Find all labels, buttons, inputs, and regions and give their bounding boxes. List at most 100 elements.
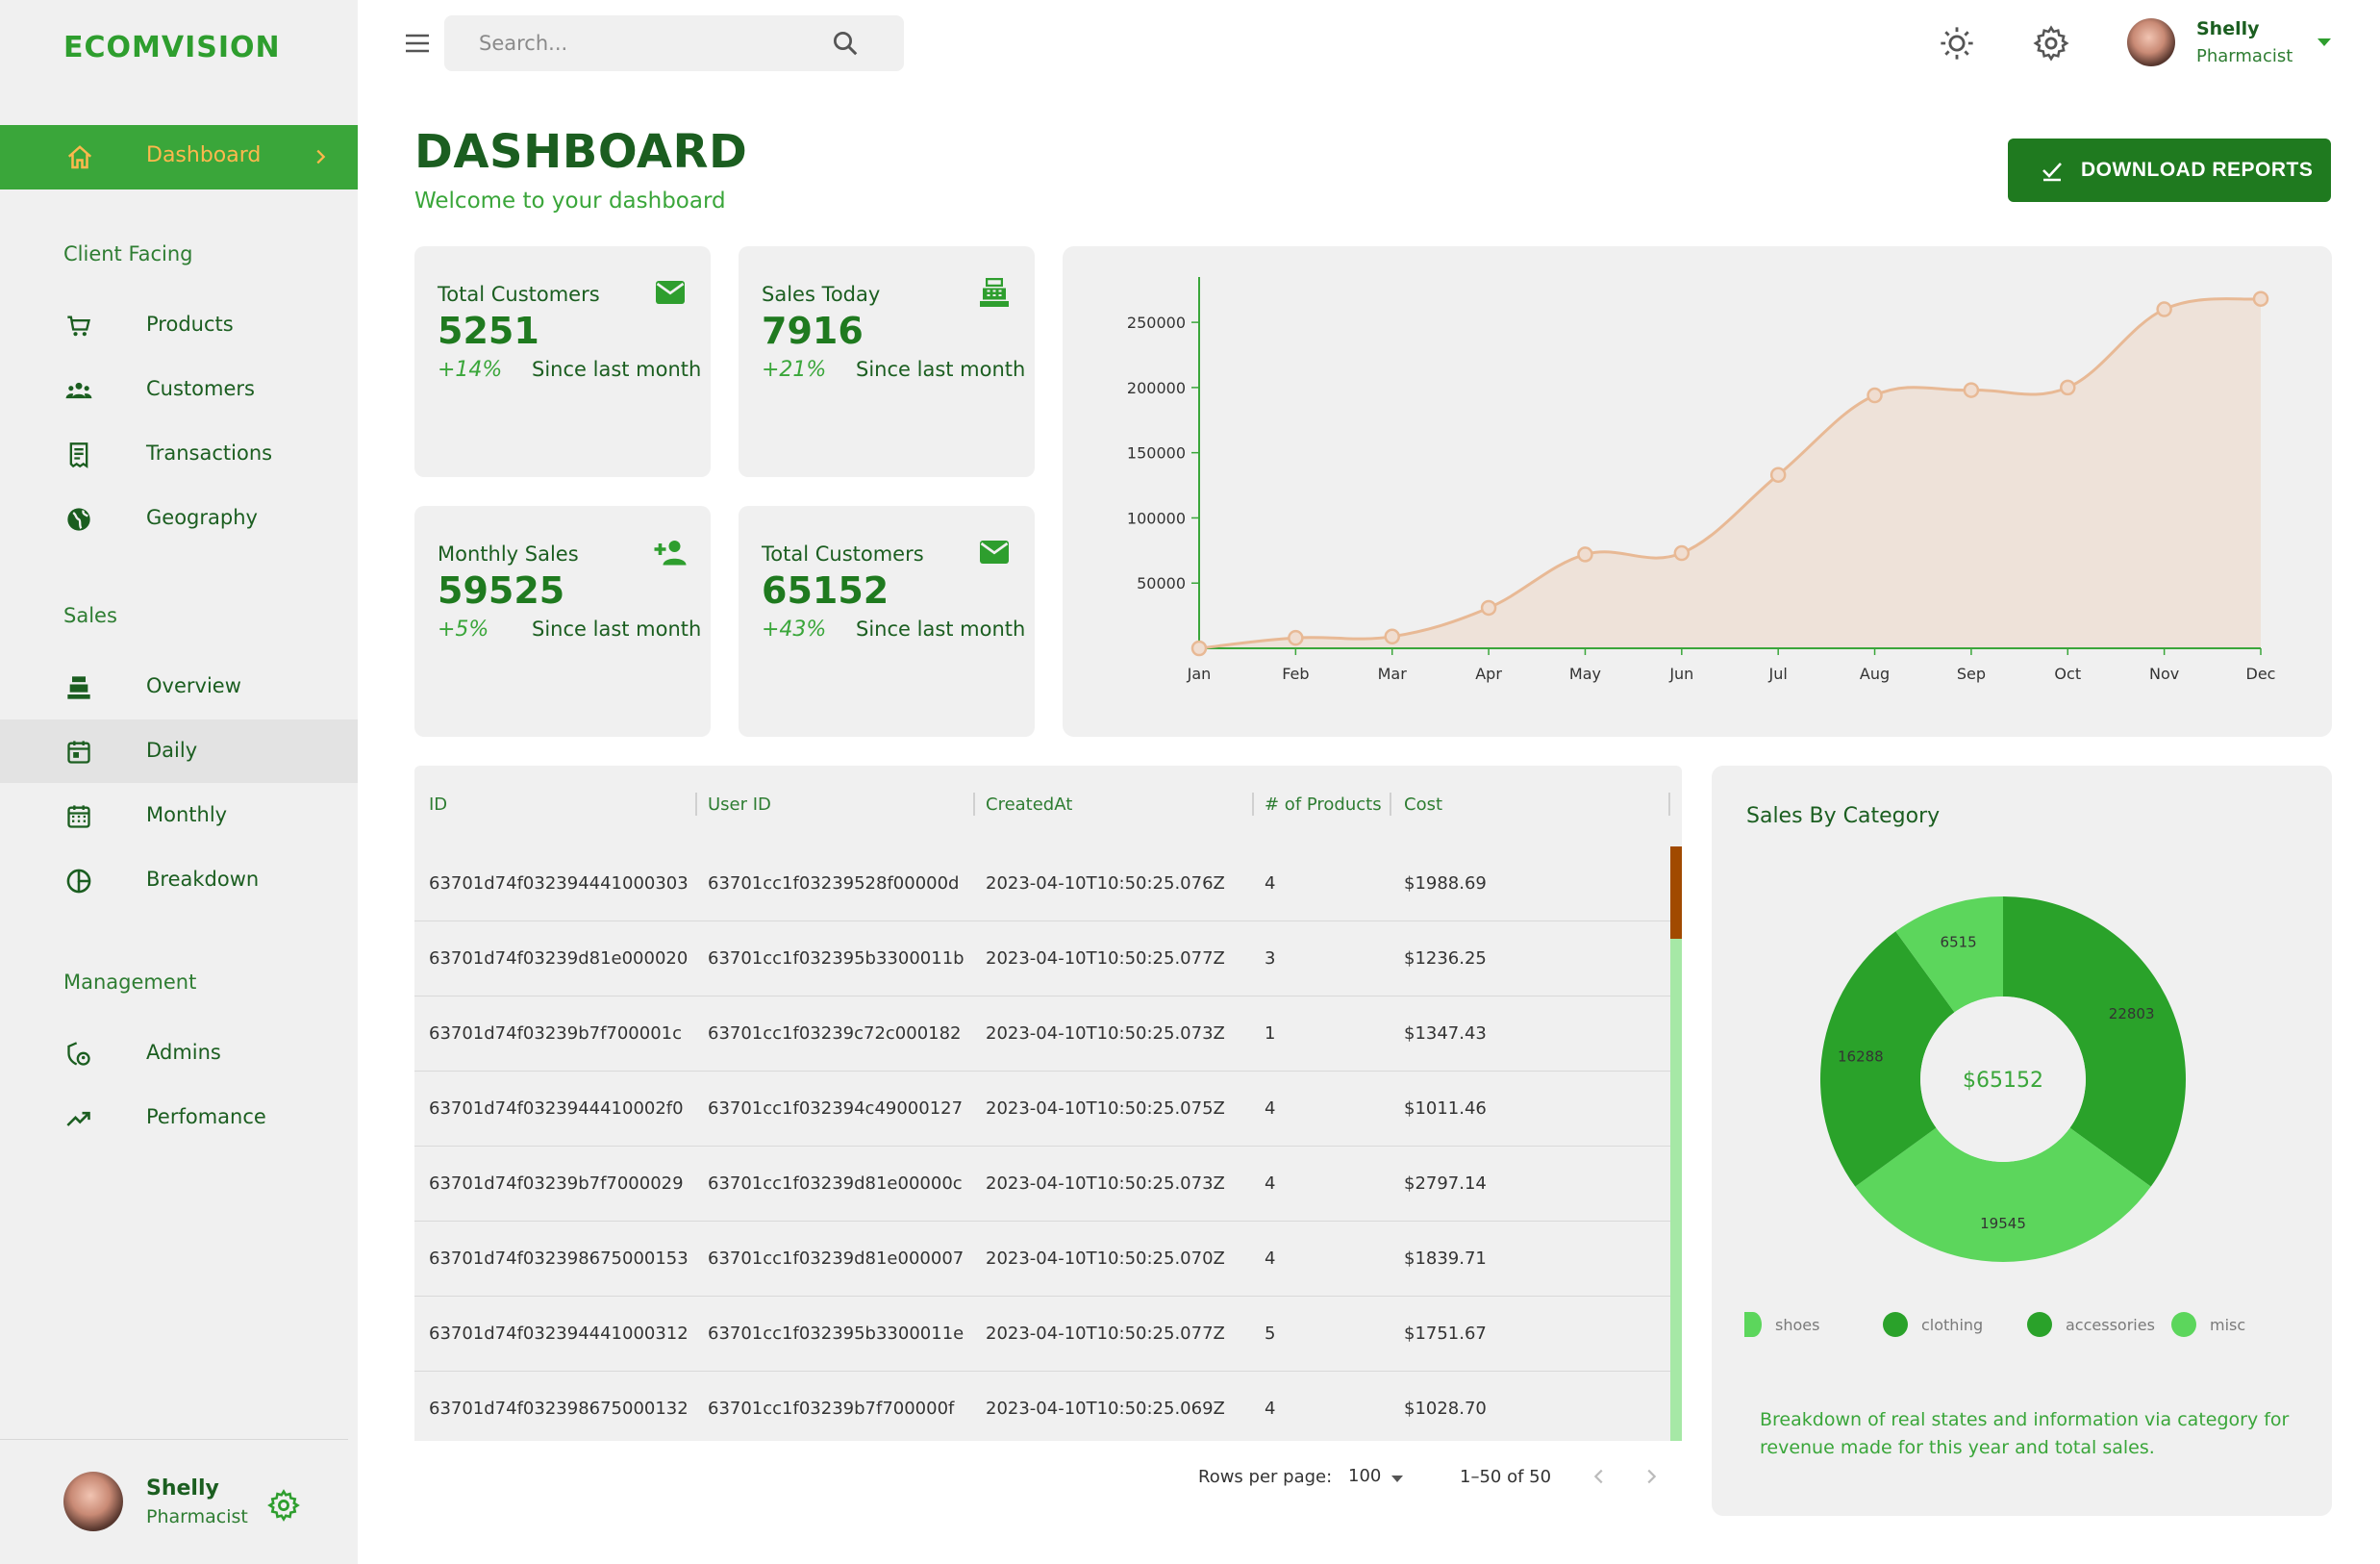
column-header-products[interactable]: # of Products [1265, 795, 1382, 815]
table-cell: 4 [1265, 1249, 1276, 1269]
column-separator[interactable] [1668, 793, 1670, 816]
sidebar-item-label: Breakdown [146, 868, 260, 891]
column-separator[interactable] [1252, 793, 1254, 816]
data-point[interactable] [2060, 379, 2076, 396]
data-point[interactable] [1288, 629, 1304, 646]
sidebar-item-breakdown[interactable]: Breakdown [0, 848, 358, 912]
column-header-id[interactable]: ID [429, 795, 447, 815]
sidebar-item-overview[interactable]: Overview [0, 655, 358, 719]
avatar[interactable] [2127, 18, 2175, 66]
data-point[interactable] [1190, 640, 1208, 657]
brand-logo[interactable]: ECOMVISION [63, 31, 281, 64]
data-point[interactable] [2252, 290, 2269, 307]
table-cell: 4 [1265, 873, 1276, 894]
column-separator[interactable] [973, 793, 975, 816]
data-point[interactable] [1384, 628, 1400, 645]
table-cell: 2023-04-10T10:50:25.076Z [986, 873, 1225, 894]
stat-card-total-customers-2: Total Customers 65152 +43% Since last mo… [739, 506, 1035, 737]
stat-increase: +14% [438, 358, 503, 382]
chevron-left-icon[interactable] [1589, 1466, 1610, 1487]
sidebar-item-dashboard[interactable]: Dashboard [0, 125, 358, 189]
user-role: Pharmacist [2196, 46, 2293, 66]
line-chart-svg: 50000 100000 150000 200000 250000 Jan Feb Mar Ap… [1127, 277, 2275, 683]
sidebar-item-daily[interactable]: Daily [0, 719, 358, 783]
data-point[interactable] [2156, 301, 2172, 317]
sidebar-item-geography[interactable]: Geography [0, 487, 358, 550]
pie-chart-svg: 22803 19545 16288 6515 $65152 [1820, 896, 2186, 1262]
section-sales: Sales [63, 604, 117, 627]
settings-icon[interactable] [2033, 25, 2069, 62]
search-input[interactable] [479, 29, 825, 58]
sidebar-item-label: Monthly [146, 803, 228, 826]
menu-icon[interactable] [404, 32, 431, 55]
sidebar-item-label: Transactions [146, 441, 273, 465]
sidebar-item-label: Admins [146, 1041, 221, 1064]
sidebar-item-performance[interactable]: Perfomance [0, 1086, 358, 1149]
section-client-facing: Client Facing [63, 242, 193, 265]
pie-description: Breakdown of real states and information… [1760, 1409, 2290, 1458]
download-reports-label: DOWNLOAD REPORTS [2081, 159, 2314, 181]
table-row[interactable]: 63701d74f032394441000303 63701cc1f0323952… [414, 846, 1670, 921]
legend-swatch [2027, 1312, 2052, 1337]
stat-value: 65152 [762, 569, 889, 612]
data-point[interactable] [1577, 546, 1593, 563]
column-separator[interactable] [695, 793, 697, 816]
table-row[interactable]: 63701d74f03239b7f7000029 63701cc1f03239d8… [414, 1147, 1670, 1222]
column-header-cost[interactable]: Cost [1404, 795, 1442, 815]
y-tick-label: 200000 [1127, 379, 1186, 397]
table-cell: 2023-04-10T10:50:25.077Z [986, 1324, 1225, 1344]
chevron-right-icon[interactable] [1641, 1466, 1662, 1487]
table-row[interactable]: 63701d74f032394441000312 63701cc1f032395b… [414, 1297, 1670, 1372]
rows-per-page-select[interactable]: 100 [1348, 1466, 1381, 1486]
search-bar [444, 15, 904, 71]
x-tick-label: Feb [1282, 665, 1309, 683]
table-cell: 63701cc1f03239528f00000d [708, 873, 960, 894]
caret-down-icon[interactable] [1390, 1475, 1404, 1484]
search-icon[interactable] [831, 29, 860, 58]
sidebar-item-transactions[interactable]: Transactions [0, 422, 358, 486]
stat-title: Monthly Sales [438, 542, 579, 566]
table-cell: 63701d74f032398675000132 [429, 1399, 689, 1419]
scrollbar-thumb[interactable] [1670, 846, 1682, 939]
data-point[interactable] [1866, 387, 1883, 404]
data-point[interactable] [1963, 382, 1980, 398]
globe-icon [67, 508, 90, 531]
pie-center-total: $65152 [1963, 1069, 2043, 1093]
cart-icon [67, 315, 90, 337]
sidebar-item-admins[interactable]: Admins [0, 1022, 358, 1085]
sidebar-item-products[interactable]: Products [0, 293, 358, 357]
point-of-sale-icon [980, 278, 1009, 307]
section-management: Management [63, 971, 197, 994]
caret-down-icon[interactable] [2316, 37, 2333, 48]
data-point[interactable] [1673, 544, 1691, 562]
admin-icon [67, 1042, 90, 1066]
sidebar-item-customers[interactable]: Customers [0, 358, 358, 421]
settings-gear-icon[interactable] [267, 1489, 300, 1522]
column-separator[interactable] [1390, 793, 1391, 816]
table-row[interactable]: 63701d74f032398675000153 63701cc1f03239d8… [414, 1222, 1670, 1297]
stat-title: Total Customers [438, 283, 600, 306]
sales-line-chart: 50000 100000 150000 200000 250000 Jan Feb Mar Ap… [1063, 246, 2332, 737]
column-header-created-at[interactable]: CreatedAt [986, 795, 1072, 815]
table-cell: 63701cc1f03239b7f700000f [708, 1399, 955, 1419]
x-tick-label: Oct [2054, 665, 2081, 683]
calendar-month-icon [67, 805, 90, 828]
data-point[interactable] [1769, 467, 1787, 483]
column-header-user-id[interactable]: User ID [708, 795, 771, 815]
sidebar-item-label: Customers [146, 377, 255, 400]
area-fill [1199, 298, 2261, 648]
user-name: Shelly [146, 1476, 219, 1501]
avatar[interactable] [63, 1472, 123, 1531]
data-point[interactable] [1480, 599, 1497, 617]
table-cell: 63701cc1f032395b3300011e [708, 1324, 965, 1344]
legend-label: misc [2210, 1316, 2246, 1334]
sales-by-category-card: Sales By Category 22803 19545 16288 6515 $65… [1712, 766, 2332, 1516]
sidebar-item-monthly[interactable]: Monthly [0, 784, 358, 847]
table-cell: $1028.70 [1404, 1399, 1487, 1419]
table-row[interactable]: 63701d74f032398675000132 63701cc1f03239b7… [414, 1372, 1670, 1441]
table-row[interactable]: 63701d74f0323944410002f0 63701cc1f032394c… [414, 1072, 1670, 1147]
table-row[interactable]: 63701d74f03239d81e000020 63701cc1f032395b… [414, 921, 1670, 996]
table-row[interactable]: 63701d74f03239b7f700001c 63701cc1f03239c7… [414, 996, 1670, 1072]
download-reports-button[interactable]: DOWNLOAD REPORTS [2008, 139, 2331, 202]
light-mode-icon[interactable] [1939, 25, 1975, 62]
